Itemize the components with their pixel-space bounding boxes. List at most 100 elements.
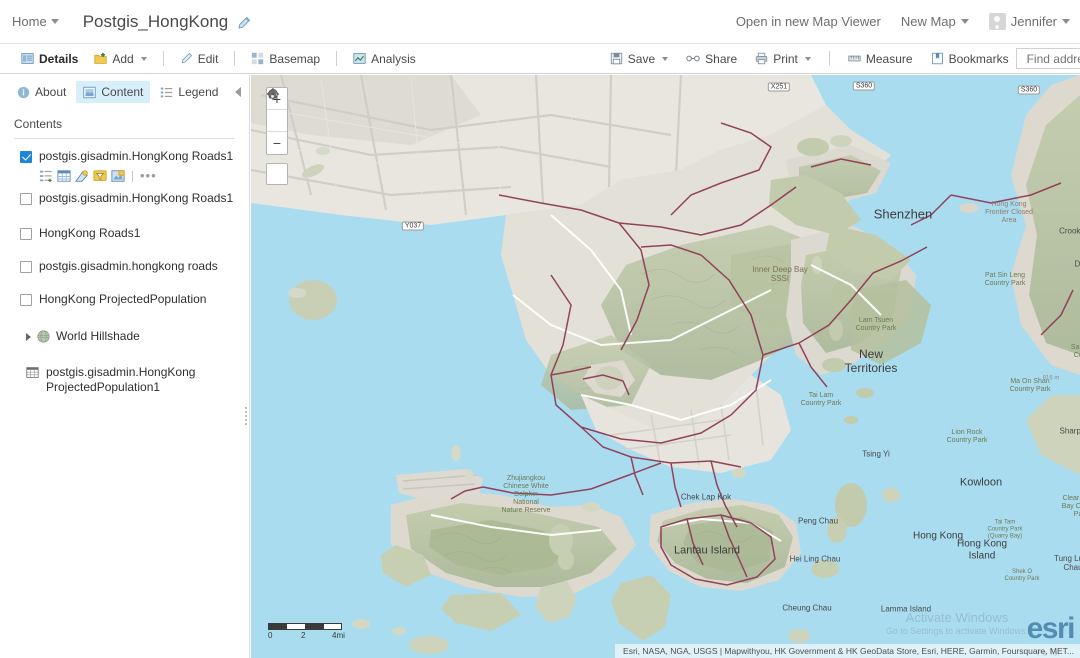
analysis-icon <box>353 52 366 65</box>
open-in-new-map-viewer-link[interactable]: Open in new Map Viewer <box>736 14 881 29</box>
scale-bar: 0 2 4mi <box>268 623 350 641</box>
save-icon <box>610 52 623 65</box>
locate-button[interactable] <box>266 163 288 185</box>
add-button[interactable]: Add <box>87 49 153 69</box>
map-canvas[interactable]: ShenzhenInner Deep Bay SSSIHong Kong Fro… <box>251 75 1080 658</box>
home-label: Home <box>12 14 47 29</box>
bookmark-icon <box>931 52 944 65</box>
zoom-out-button[interactable]: − <box>267 132 287 154</box>
layer-item[interactable]: HongKong ProjectedPopulation <box>6 278 243 311</box>
tab-content-label: Content <box>101 85 143 99</box>
basemap-button[interactable]: Basemap <box>244 49 327 69</box>
layer-visibility-checkbox[interactable] <box>20 151 32 163</box>
pencil-icon <box>180 52 193 65</box>
new-map-menu[interactable]: New Map <box>901 14 969 29</box>
save-button[interactable]: Save <box>603 49 675 69</box>
add-label: Add <box>112 52 133 66</box>
bookmarks-button[interactable]: Bookmarks <box>924 49 1016 69</box>
print-label: Print <box>773 52 798 66</box>
contents-panel: About Content <box>0 75 250 658</box>
panel-resize-handle[interactable] <box>244 405 248 431</box>
show-table-icon[interactable] <box>57 169 71 183</box>
collapse-panel-icon[interactable] <box>235 87 241 97</box>
more-options-icon[interactable]: ••• <box>140 172 157 180</box>
layer-visibility-checkbox[interactable] <box>20 193 32 205</box>
esri-logo: esri <box>1027 614 1074 644</box>
analysis-button[interactable]: Analysis <box>346 49 423 69</box>
home-menu[interactable]: Home <box>12 14 59 29</box>
highway-shield: X251 <box>768 83 790 92</box>
content-icon <box>83 86 96 99</box>
scale-tick-1: 2 <box>301 631 305 640</box>
toolbar-center-group: Save Share Print <box>603 49 1016 69</box>
layer-group-item[interactable]: World Hillshade <box>6 311 243 349</box>
layer-visibility-checkbox[interactable] <box>20 228 32 240</box>
bookmarks-label: Bookmarks <box>949 52 1009 66</box>
app-header: Home Postgis_HongKong Open in new Map Vi… <box>0 0 1080 44</box>
share-label: Share <box>705 52 737 66</box>
edit-button[interactable]: Edit <box>173 49 226 69</box>
toolbar-left-group: Details Add Edit <box>0 49 423 69</box>
search-input[interactable] <box>1025 51 1080 67</box>
header-right-group: Open in new Map Viewer New Map Jennifer <box>736 13 1080 30</box>
share-icon <box>686 52 700 65</box>
layer-list: postgis.gisadmin.HongKong Roads1 <box>0 145 249 399</box>
details-button[interactable]: Details <box>14 49 85 69</box>
globe-icon <box>37 330 50 343</box>
print-button[interactable]: Print <box>748 49 818 69</box>
highway-shield: S360 <box>1018 86 1040 95</box>
tab-content[interactable]: Content <box>76 81 150 103</box>
chevron-down-icon <box>961 19 969 24</box>
panel-tab-bar: About Content <box>0 75 249 109</box>
contents-heading: Contents <box>0 109 249 138</box>
details-icon <box>21 52 34 65</box>
activate-windows-watermark: Activate Windows Go to Settings to activ… <box>886 611 1028 636</box>
new-map-label: New Map <box>901 14 956 29</box>
layer-item[interactable]: HongKong Roads1 <box>6 210 243 245</box>
highway-shield: S360 <box>853 82 875 91</box>
measure-label: Measure <box>866 52 913 66</box>
map-basemap-graphics <box>251 75 1080 658</box>
scale-bar-graphic <box>268 623 342 630</box>
toolbar-divider <box>336 51 337 66</box>
layer-name: HongKong Roads1 <box>39 226 140 241</box>
table-layer-item[interactable]: postgis.gisadmin.HongKong ProjectedPopul… <box>6 349 243 399</box>
highway-shield: Y037 <box>402 222 424 231</box>
filter-icon[interactable] <box>93 169 107 183</box>
divider <box>14 138 235 139</box>
change-style-icon[interactable] <box>75 169 89 183</box>
measure-button[interactable]: Measure <box>841 49 920 69</box>
share-button[interactable]: Share <box>679 49 744 69</box>
search-box[interactable] <box>1016 48 1080 69</box>
user-name-label: Jennifer <box>1011 14 1057 29</box>
layer-group-name: World Hillshade <box>56 329 140 344</box>
show-legend-icon[interactable] <box>39 169 53 183</box>
header-left-group: Home Postgis_HongKong <box>0 12 251 32</box>
configure-popup-icon[interactable] <box>111 169 125 183</box>
chevron-down-icon <box>805 57 811 61</box>
toolbar-right-group <box>1016 48 1080 69</box>
user-menu[interactable]: Jennifer <box>989 13 1070 30</box>
legend-icon <box>160 86 173 99</box>
layer-visibility-checkbox[interactable] <box>20 261 32 273</box>
basemap-icon <box>251 52 264 65</box>
analysis-label: Analysis <box>371 52 416 66</box>
pencil-icon[interactable] <box>236 16 251 31</box>
divider <box>132 171 133 182</box>
layer-item[interactable]: postgis.gisadmin.hongkong roads <box>6 245 243 278</box>
layer-name: postgis.gisadmin.hongkong roads <box>39 259 218 274</box>
toolbar-divider <box>829 51 830 66</box>
home-button[interactable] <box>267 110 287 132</box>
layer-item[interactable]: postgis.gisadmin.HongKong Roads1 <box>6 187 243 210</box>
layer-visibility-checkbox[interactable] <box>20 294 32 306</box>
layer-name: HongKong ProjectedPopulation <box>39 292 206 307</box>
chevron-right-icon[interactable] <box>26 333 31 341</box>
map-toolbar: Details Add Edit <box>0 44 1080 74</box>
tab-about[interactable]: About <box>10 81 73 103</box>
layer-item[interactable]: postgis.gisadmin.HongKong Roads1 <box>6 145 243 168</box>
printer-icon <box>755 52 768 65</box>
scale-tick-2: 4mi <box>332 631 345 640</box>
tab-legend[interactable]: Legend <box>153 81 225 103</box>
scale-bar-labels: 0 2 4mi <box>268 631 350 641</box>
tab-about-label: About <box>35 85 66 99</box>
